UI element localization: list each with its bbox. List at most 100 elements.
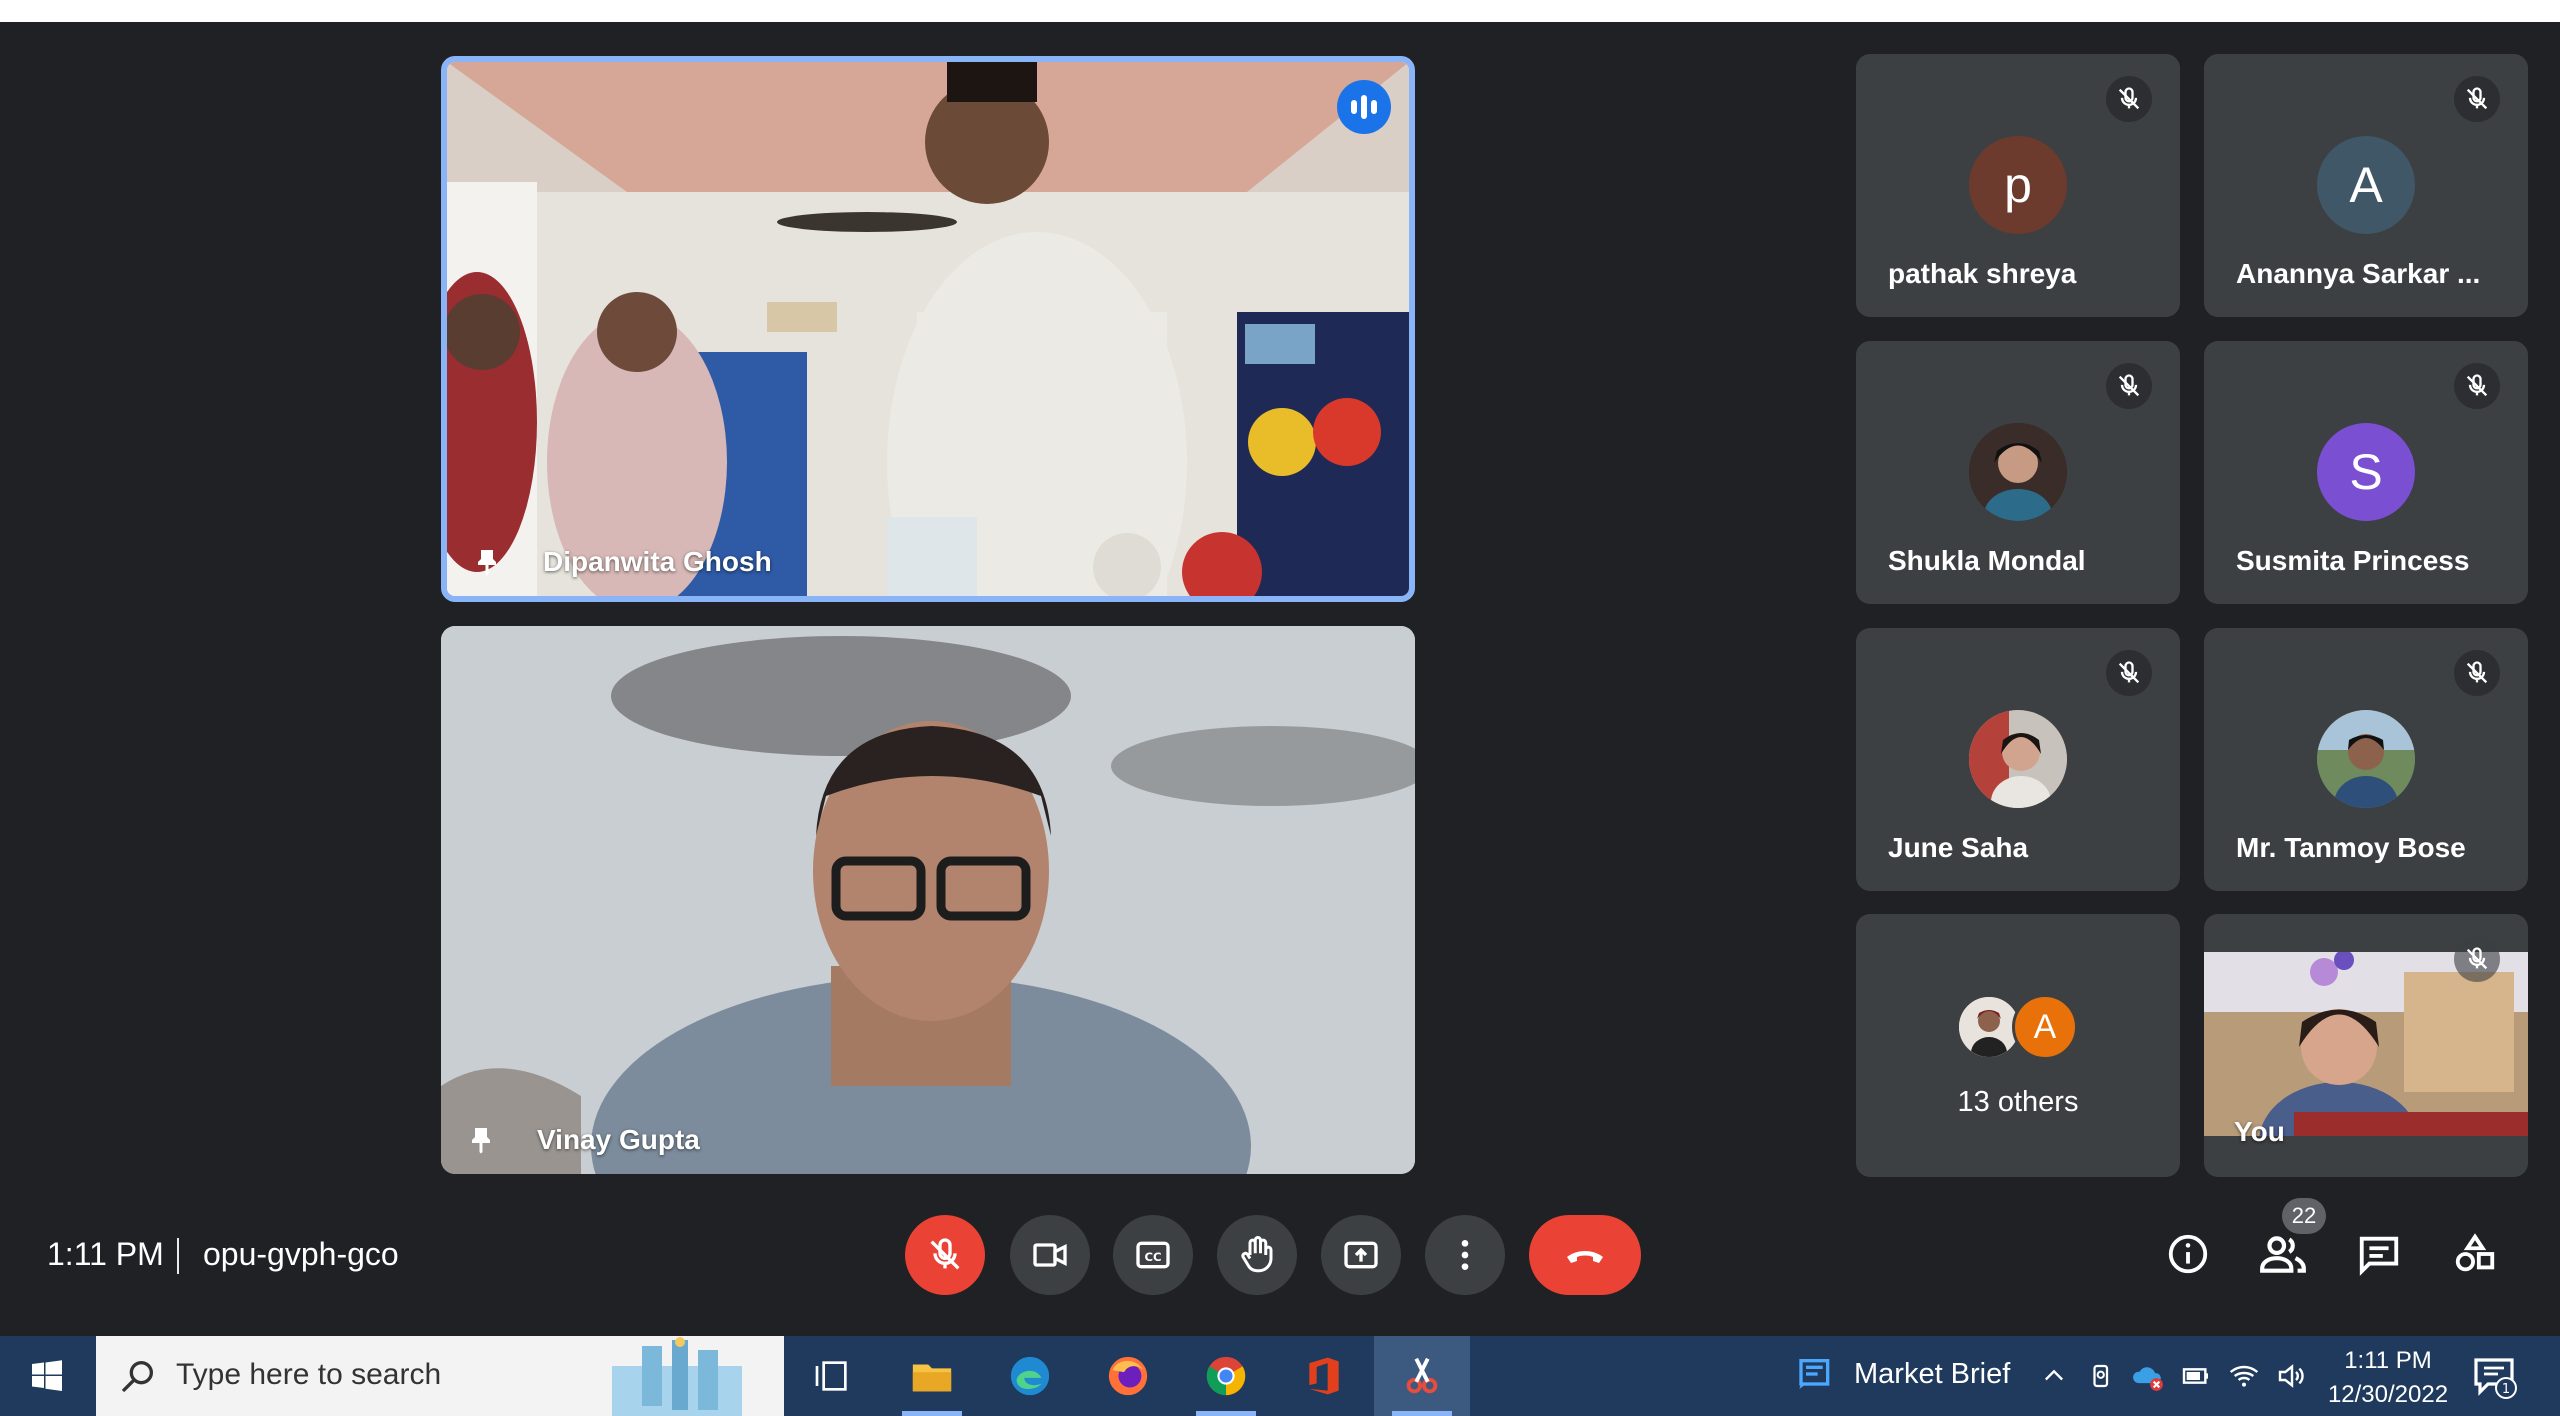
active-indicator bbox=[1196, 1411, 1256, 1416]
avatar: A bbox=[2317, 136, 2415, 234]
task-view-button[interactable] bbox=[784, 1336, 880, 1416]
taskbar-edge[interactable] bbox=[982, 1336, 1078, 1416]
notification-count: 1 bbox=[2502, 1382, 2510, 1397]
active-indicator bbox=[902, 1411, 962, 1416]
hand-icon bbox=[1241, 1236, 1273, 1273]
self-name-label: You bbox=[2234, 1116, 2285, 1147]
camera-toggle-button[interactable] bbox=[1010, 1215, 1090, 1295]
participant-tile-pathak-shreya[interactable]: p pathak shreya bbox=[1856, 54, 2180, 317]
avatar: A bbox=[2012, 994, 2078, 1060]
participants-count-badge: 22 bbox=[2282, 1198, 2326, 1234]
folder-icon bbox=[912, 1364, 952, 1392]
meeting-clock: 1:11 PM bbox=[47, 1236, 164, 1272]
news-widget[interactable]: Market Brief bbox=[1796, 1354, 2010, 1394]
tile-name-label: Vinay Gupta bbox=[537, 1124, 700, 1155]
tray-wifi[interactable] bbox=[2226, 1358, 2262, 1394]
more-options-button[interactable] bbox=[1425, 1215, 1505, 1295]
search-icon bbox=[121, 1361, 153, 1393]
participant-tile-tanmoy-bose[interactable]: Mr. Tanmoy Bose bbox=[2204, 628, 2528, 891]
taskbar-search-box[interactable]: Type here to search bbox=[96, 1336, 784, 1416]
participant-name: pathak shreya bbox=[1888, 258, 2077, 289]
chevron-up-icon bbox=[2045, 1369, 2063, 1381]
participant-tile-june-saha[interactable]: June Saha bbox=[1856, 628, 2180, 891]
search-highlight-art bbox=[612, 1337, 742, 1416]
activities-icon bbox=[2455, 1233, 2495, 1272]
edge-icon bbox=[1010, 1356, 1050, 1396]
participant-name: Mr. Tanmoy Bose bbox=[2236, 832, 2466, 863]
battery-icon bbox=[2182, 1368, 2208, 1384]
self-tile[interactable]: You bbox=[2204, 914, 2528, 1177]
wifi-icon bbox=[2229, 1365, 2259, 1387]
activities-button[interactable] bbox=[2446, 1225, 2504, 1283]
captions-button[interactable]: CC bbox=[1113, 1215, 1193, 1295]
present-icon bbox=[1344, 1241, 1378, 1269]
raise-hand-button[interactable] bbox=[1217, 1215, 1297, 1295]
news-icon bbox=[1799, 1359, 1830, 1389]
notification-icon: 1 bbox=[2474, 1358, 2517, 1399]
mic-off-icon bbox=[2106, 363, 2152, 409]
more-vert-icon bbox=[1461, 1240, 1469, 1270]
people-icon bbox=[2260, 1236, 2306, 1273]
taskbar-snipping-tool[interactable] bbox=[1374, 1336, 1470, 1416]
mic-off-icon bbox=[2106, 650, 2152, 696]
hang-up-icon bbox=[1567, 1251, 1603, 1263]
avatar-photo bbox=[1969, 710, 2067, 808]
tray-volume[interactable] bbox=[2274, 1358, 2310, 1394]
participant-tile-anannya-sarkar[interactable]: A Anannya Sarkar ... bbox=[2204, 54, 2528, 317]
mic-off-icon bbox=[2454, 363, 2500, 409]
taskbar-firefox[interactable] bbox=[1080, 1336, 1176, 1416]
pin-icon[interactable] bbox=[469, 544, 505, 580]
meeting-details-button[interactable] bbox=[2159, 1225, 2217, 1283]
participant-tile-shukla-mondal[interactable]: Shukla Mondal bbox=[1856, 341, 2180, 604]
leave-call-button[interactable] bbox=[1529, 1215, 1641, 1295]
speaking-indicator-icon bbox=[1337, 80, 1391, 134]
windows-logo-icon bbox=[32, 1360, 62, 1391]
browser-top-strip bbox=[0, 0, 2560, 22]
video-feed-dipanwita bbox=[447, 62, 1409, 596]
tray-meet-now[interactable] bbox=[2084, 1358, 2120, 1394]
taskbar-clock[interactable]: 1:11 PM 12/30/2022 bbox=[2318, 1344, 2458, 1412]
taskbar-chrome[interactable] bbox=[1178, 1336, 1274, 1416]
mic-toggle-button[interactable] bbox=[905, 1215, 985, 1295]
avatar-photo bbox=[2317, 710, 2415, 808]
others-tile[interactable]: A 13 others bbox=[1856, 914, 2180, 1177]
participant-tile-susmita-princess[interactable]: S Susmita Princess bbox=[2204, 341, 2528, 604]
show-hidden-icons-button[interactable] bbox=[2036, 1358, 2072, 1394]
chrome-icon bbox=[1206, 1356, 1246, 1396]
search-placeholder: Type here to search bbox=[176, 1358, 442, 1391]
news-widget-label: Market Brief bbox=[1854, 1357, 2011, 1390]
taskbar-time: 1:11 PM bbox=[2344, 1347, 2432, 1374]
office-icon bbox=[1309, 1357, 1339, 1395]
divider bbox=[177, 1238, 179, 1274]
tray-onedrive[interactable] bbox=[2130, 1358, 2166, 1394]
main-video-tile-vinay[interactable]: Vinay Gupta bbox=[441, 626, 1415, 1174]
chat-button[interactable] bbox=[2350, 1225, 2408, 1283]
avatar: S bbox=[2317, 423, 2415, 521]
main-video-tile-dipanwita[interactable]: Dipanwita Ghosh bbox=[441, 56, 1415, 602]
taskbar-file-explorer[interactable] bbox=[884, 1336, 980, 1416]
start-button[interactable] bbox=[0, 1336, 94, 1416]
taskbar-office[interactable] bbox=[1276, 1336, 1372, 1416]
volume-icon bbox=[2278, 1364, 2304, 1388]
present-screen-button[interactable] bbox=[1321, 1215, 1401, 1295]
mic-off-icon bbox=[930, 1238, 960, 1270]
taskbar-date: 12/30/2022 bbox=[2327, 1381, 2449, 1408]
mic-off-icon bbox=[2454, 936, 2500, 982]
meet-now-icon bbox=[2093, 1364, 2109, 1388]
mic-off-icon bbox=[2106, 76, 2152, 122]
meeting-code: opu-gvph-gco bbox=[203, 1236, 399, 1272]
firefox-icon bbox=[1108, 1356, 1148, 1396]
mic-off-icon bbox=[2454, 650, 2500, 696]
svg-text:CC: CC bbox=[1144, 1250, 1161, 1264]
task-view-icon bbox=[815, 1361, 847, 1391]
video-feed-vinay bbox=[441, 626, 1415, 1174]
captions-icon: CC bbox=[1136, 1241, 1170, 1269]
avatar: p bbox=[1969, 136, 2067, 234]
onedrive-error-icon bbox=[2133, 1367, 2163, 1391]
pin-icon[interactable] bbox=[463, 1122, 499, 1158]
chat-icon bbox=[2359, 1236, 2399, 1276]
mic-off-icon bbox=[2454, 76, 2500, 122]
tray-battery[interactable] bbox=[2178, 1358, 2214, 1394]
snipping-tool-icon bbox=[1406, 1357, 1438, 1394]
action-center-button[interactable]: 1 bbox=[2470, 1352, 2518, 1400]
